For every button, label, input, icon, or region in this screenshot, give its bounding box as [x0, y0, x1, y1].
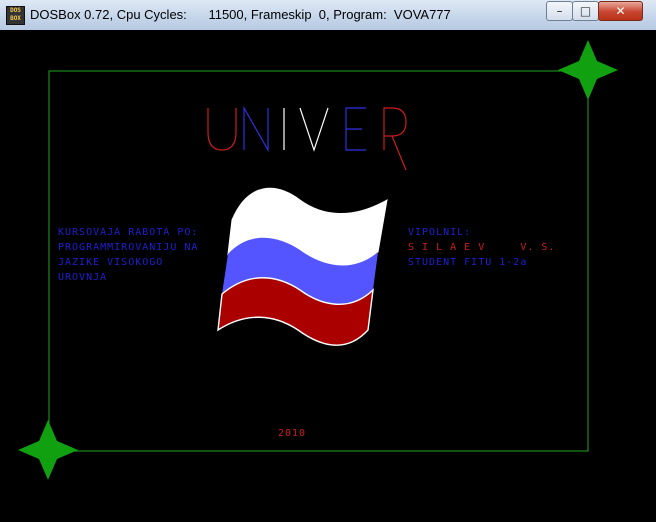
title-bar[interactable]: DOS BOX DOSBox 0.72, Cpu Cycles: 11500, … [0, 0, 656, 31]
course-line-2: PROGRAMMIROVANIJU NA [58, 242, 199, 253]
logo-letter-u [207, 108, 237, 151]
course-line-3: JAZIKE VISOKOGO [58, 257, 164, 268]
maximize-button[interactable]: □ [572, 1, 599, 21]
minimize-icon: – [556, 4, 563, 18]
dos-screen[interactable]: KURSOVAJA RABOTA PO: PROGRAMMIROVANIJU N… [0, 30, 656, 518]
maximize-icon: □ [579, 4, 592, 18]
star-top-right-icon [558, 40, 618, 100]
logo-letter-r [383, 107, 407, 171]
star-bottom-left-icon [18, 420, 78, 480]
course-line-1: KURSOVAJA RABOTA PO: [58, 227, 199, 238]
minimize-button[interactable]: – [546, 1, 573, 21]
window-title: DOSBox 0.72, Cpu Cycles: 11500, Frameski… [30, 7, 451, 22]
course-line-4: UROVNJA [58, 272, 108, 283]
close-icon: ✕ [615, 4, 626, 18]
dosbox-window: DOS BOX DOSBox 0.72, Cpu Cycles: 11500, … [0, 0, 656, 518]
logo-letter-v [299, 107, 329, 152]
dosbox-app-icon[interactable]: DOS BOX [6, 6, 25, 25]
logo-letter-n [243, 105, 269, 153]
author-name: S I L A E V V. S. [408, 242, 556, 253]
student-group: STUDENT FITU 1-2a [408, 257, 528, 268]
univer-logo [207, 105, 407, 171]
logo-letter-e [345, 107, 366, 151]
performed-by-label: VIPOLNIL: [408, 227, 472, 238]
close-button[interactable]: ✕ [598, 1, 643, 21]
russian-flag [217, 187, 388, 346]
year-label: 2010 [278, 428, 307, 439]
